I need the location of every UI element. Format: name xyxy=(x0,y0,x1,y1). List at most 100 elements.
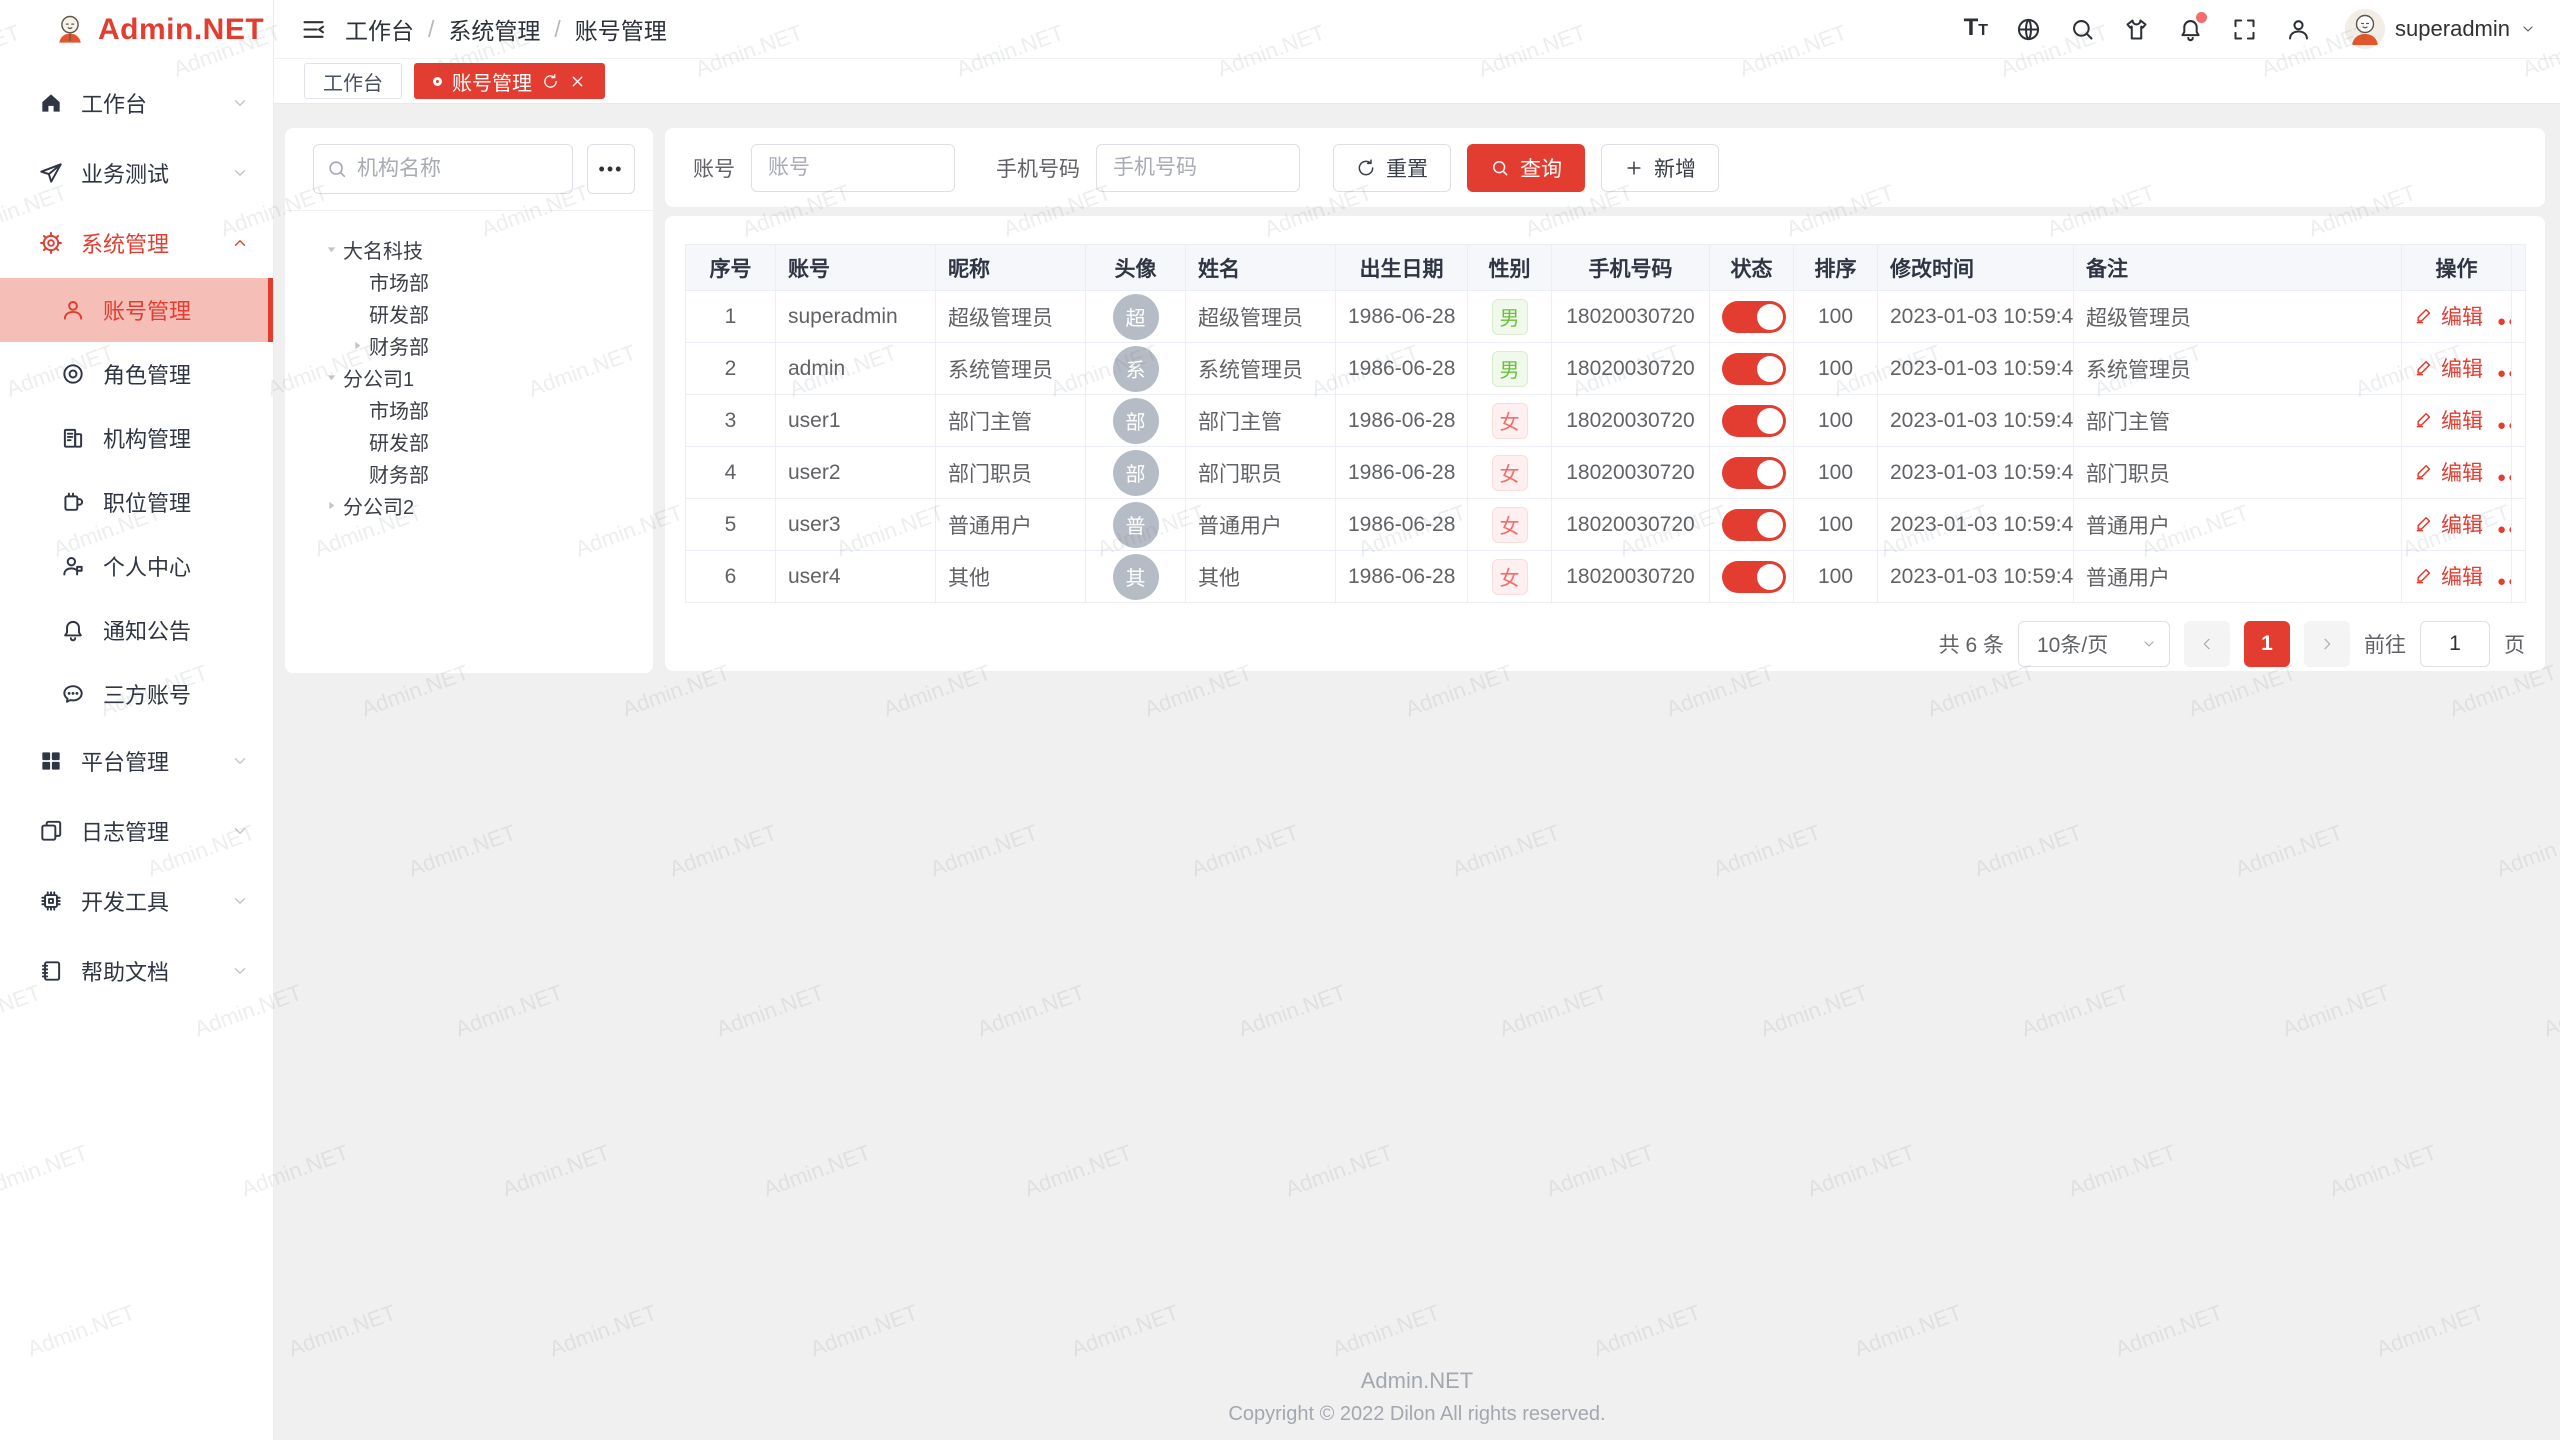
status-toggle[interactable] xyxy=(1722,301,1786,333)
tree-more-button[interactable]: ••• xyxy=(587,144,635,194)
tab-close-icon[interactable] xyxy=(569,73,586,90)
person-icon[interactable] xyxy=(2285,16,2312,43)
language-globe-icon[interactable] xyxy=(2015,16,2042,43)
sidebar-item-chat[interactable]: 三方账号 xyxy=(0,662,273,726)
tree-caret-icon[interactable] xyxy=(319,237,343,261)
edit-button[interactable]: 编辑 xyxy=(2414,457,2483,487)
tab-account-management[interactable]: 账号管理 xyxy=(414,63,605,99)
edit-button[interactable]: 编辑 xyxy=(2414,353,2483,383)
tree-node[interactable]: 市场部 xyxy=(285,265,653,297)
page-number-current[interactable]: 1 xyxy=(2244,621,2290,667)
sidebar-item-grid[interactable]: 平台管理 xyxy=(0,726,273,796)
tree-node-label: 研发部 xyxy=(369,427,429,456)
next-page-button[interactable] xyxy=(2304,621,2350,667)
username: superadmin xyxy=(2395,16,2510,42)
query-button[interactable]: 查询 xyxy=(1467,144,1585,192)
cell-remark: 系统管理员 xyxy=(2074,343,2402,395)
tree-node[interactable]: 研发部 xyxy=(285,425,653,457)
tree-node-label: 研发部 xyxy=(369,299,429,328)
status-toggle[interactable] xyxy=(1722,561,1786,593)
edit-button[interactable]: 编辑 xyxy=(2414,405,2483,435)
sidebar-item-profile[interactable]: 个人中心 xyxy=(0,534,273,598)
pagination-total: 共 6 条 xyxy=(1939,629,2004,659)
edit-button[interactable]: 编辑 xyxy=(2414,301,2483,331)
pagination: 共 6 条 10条/页 1 前往 页 xyxy=(685,621,2525,667)
more-actions-button[interactable]: ●●● xyxy=(2497,417,2512,434)
more-actions-button[interactable]: ●●● xyxy=(2497,313,2512,330)
tree-node[interactable]: 分公司1 xyxy=(285,361,653,393)
org-icon xyxy=(60,425,86,451)
prev-page-button[interactable] xyxy=(2184,621,2230,667)
search-icon[interactable] xyxy=(2069,16,2096,43)
edit-button[interactable]: 编辑 xyxy=(2414,509,2483,539)
cell-name: 部门主管 xyxy=(1186,395,1336,447)
more-actions-button[interactable]: ●●● xyxy=(2497,573,2512,590)
add-button[interactable]: 新增 xyxy=(1601,144,1719,192)
cell-nickname: 超级管理员 xyxy=(936,291,1086,343)
sidebar-item-home[interactable]: 工作台 xyxy=(0,68,273,138)
account-label: 账号 xyxy=(693,153,735,183)
theme-shirt-icon[interactable] xyxy=(2123,16,2150,43)
tree-node[interactable]: 研发部 xyxy=(285,297,653,329)
cell-avatar: 其 xyxy=(1086,551,1186,603)
col-gutter xyxy=(2512,245,2526,291)
cell-name: 系统管理员 xyxy=(1186,343,1336,395)
tree-caret-spacer xyxy=(345,461,369,485)
font-size-icon[interactable]: TT xyxy=(1964,14,1988,44)
sidebar-item-label: 开发工具 xyxy=(81,885,214,917)
tree-node[interactable]: 财务部 xyxy=(285,457,653,489)
breadcrumb-item[interactable]: 账号管理 xyxy=(575,12,667,46)
app-logo: Admin.NET xyxy=(0,0,273,60)
tab-refresh-icon[interactable] xyxy=(542,73,559,90)
table-row: 1superadmin超级管理员超超级管理员1986-06-28男1802003… xyxy=(686,291,2526,343)
footer: Admin.NET Copyright © 2022 Dilon All rig… xyxy=(274,1368,2560,1426)
tree-node[interactable]: 财务部 xyxy=(285,329,653,361)
status-toggle[interactable] xyxy=(1722,457,1786,489)
tree-node[interactable]: 分公司2 xyxy=(285,489,653,521)
menu-fold-icon[interactable] xyxy=(300,16,327,43)
status-toggle[interactable] xyxy=(1722,353,1786,385)
sidebar-item-user[interactable]: 账号管理 xyxy=(0,278,273,342)
cell-account: user4 xyxy=(776,551,936,603)
cell-phone: 18020030720 xyxy=(1552,343,1710,395)
sidebar-menu: 工作台业务测试系统管理账号管理角色管理机构管理职位管理个人中心通知公告三方账号平… xyxy=(0,60,273,1006)
breadcrumb-item[interactable]: 系统管理 xyxy=(448,12,540,46)
topbar-icons: TT s xyxy=(1964,9,2536,49)
sex-badge: 女 xyxy=(1492,507,1528,543)
tree-caret-icon[interactable] xyxy=(319,493,343,517)
status-toggle[interactable] xyxy=(1722,405,1786,437)
phone-input[interactable] xyxy=(1096,144,1300,192)
sidebar-item-send[interactable]: 业务测试 xyxy=(0,138,273,208)
fullscreen-icon[interactable] xyxy=(2231,16,2258,43)
notification-bell-icon[interactable] xyxy=(2177,16,2204,43)
tree-caret-icon[interactable] xyxy=(345,333,369,357)
tree-node[interactable]: 大名科技 xyxy=(285,233,653,265)
sidebar-item-book[interactable]: 帮助文档 xyxy=(0,936,273,1006)
sidebar-item-cpu[interactable]: 开发工具 xyxy=(0,866,273,936)
account-input[interactable] xyxy=(751,144,955,192)
sidebar-item-org[interactable]: 机构管理 xyxy=(0,406,273,470)
col-nickname: 昵称 xyxy=(936,245,1086,291)
goto-page-input[interactable] xyxy=(2420,621,2490,667)
page-size-select[interactable]: 10条/页 xyxy=(2018,621,2170,667)
more-actions-button[interactable]: ●●● xyxy=(2497,365,2512,382)
sidebar-item-position[interactable]: 职位管理 xyxy=(0,470,273,534)
edit-button[interactable]: 编辑 xyxy=(2414,561,2483,591)
tree-caret-icon[interactable] xyxy=(319,365,343,389)
org-search-input[interactable] xyxy=(357,157,560,181)
tab-workbench[interactable]: 工作台 xyxy=(304,63,402,99)
breadcrumb-item[interactable]: 工作台 xyxy=(345,12,414,46)
cell-remark: 部门主管 xyxy=(2074,395,2402,447)
sidebar-item-role[interactable]: 角色管理 xyxy=(0,342,273,406)
more-actions-button[interactable]: ●●● xyxy=(2497,521,2512,538)
user-table-panel: 序号 账号 昵称 头像 姓名 出生日期 性别 手机号码 状态 排序 修改时间 备… xyxy=(665,216,2545,671)
cell-sex: 男 xyxy=(1468,291,1552,343)
status-toggle[interactable] xyxy=(1722,509,1786,541)
sidebar-item-log[interactable]: 日志管理 xyxy=(0,796,273,866)
sidebar-item-bell[interactable]: 通知公告 xyxy=(0,598,273,662)
more-actions-button[interactable]: ●●● xyxy=(2497,469,2512,486)
tree-node[interactable]: 市场部 xyxy=(285,393,653,425)
reset-button[interactable]: 重置 xyxy=(1333,144,1451,192)
user-menu[interactable]: superadmin xyxy=(2345,9,2536,49)
sidebar-item-gear[interactable]: 系统管理 xyxy=(0,208,273,278)
